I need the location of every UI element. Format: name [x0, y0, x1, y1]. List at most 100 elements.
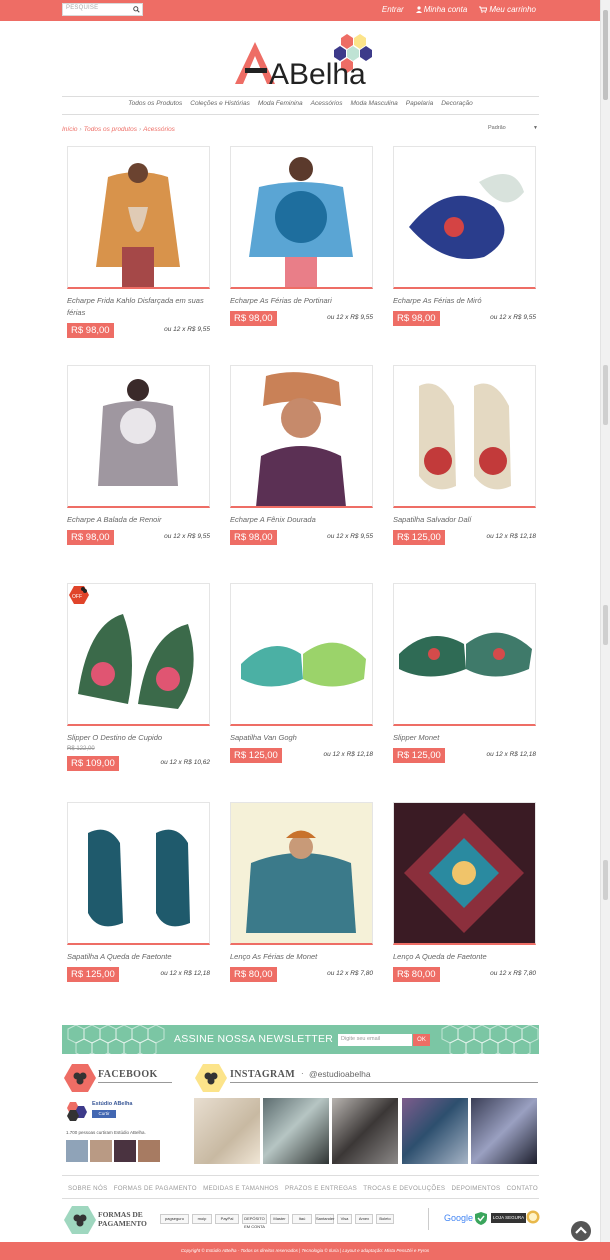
product-image[interactable] — [393, 802, 536, 945]
product-image[interactable] — [393, 583, 536, 726]
product-price: R$ 125,00 — [393, 530, 445, 545]
product-name[interactable]: Echarpe Frida Kahlo Disfarçada em suas f… — [67, 295, 210, 319]
product-name[interactable]: Sapatilha Salvador Dalí — [393, 514, 536, 526]
product-name[interactable]: Echarpe A Fênix Dourada — [230, 514, 373, 526]
login-link-label[interactable]: Entrar — [382, 5, 404, 14]
product-card[interactable]: Echarpe A Balada de Renoir R$ 98,00 ou 12 … — [67, 365, 210, 565]
product-name[interactable]: Sapatilha Van Gogh — [230, 732, 373, 744]
product-card[interactable]: Echarpe As Férias de Miró R$ 98,00 ou 12 x… — [393, 146, 536, 346]
search-input[interactable]: PESQUISE — [66, 5, 98, 11]
facebook-widget: Estúdio ABelha Curtir 1.700 pessoas curt… — [66, 1096, 168, 1162]
product-card[interactable]: Sapatilha Salvador Dalí R$ 125,00 ou 12 x … — [393, 365, 536, 565]
nav-item-mens[interactable]: Moda Masculina — [350, 100, 397, 107]
footer-link-about[interactable]: SOBRE NÓS — [68, 1185, 108, 1192]
product-image[interactable] — [67, 802, 210, 945]
facebook-fan-avatar[interactable] — [114, 1140, 136, 1162]
product-image[interactable] — [67, 365, 210, 508]
product-image[interactable] — [393, 365, 536, 508]
footer-link-payment[interactable]: FORMAS DE PAGAMENTO — [114, 1185, 197, 1192]
breadcrumb-home[interactable]: Início — [62, 126, 78, 133]
product-card[interactable]: Echarpe Frida Kahlo Disfarçada em suas f… — [67, 146, 210, 346]
product-image[interactable] — [230, 365, 373, 508]
payment-method-badge: Santander — [315, 1214, 334, 1224]
product-image[interactable] — [230, 146, 373, 289]
payment-divider — [428, 1208, 429, 1230]
facebook-page-name[interactable]: Estúdio ABelha — [92, 1101, 132, 1107]
scroll-to-top-button[interactable] — [571, 1221, 591, 1241]
facebook-fan-avatar[interactable] — [90, 1140, 112, 1162]
facebook-like-button[interactable]: Curtir — [92, 1110, 116, 1118]
nav-item-womens[interactable]: Moda Feminina — [258, 100, 303, 107]
footer-link-testimonials[interactable]: DEPOIMENTOS — [452, 1185, 501, 1192]
newsletter-submit-button[interactable]: OK — [413, 1034, 430, 1046]
product-installment: ou 12 x R$ 9,55 — [164, 326, 210, 333]
product-price: R$ 98,00 — [67, 530, 114, 545]
scrollbar-thumb-segment[interactable] — [603, 365, 608, 425]
product-old-price: R$ 122,00 — [67, 746, 95, 752]
facebook-page-avatar[interactable] — [66, 1099, 88, 1121]
search-icon[interactable] — [133, 6, 140, 13]
product-price: R$ 98,00 — [67, 323, 114, 338]
footer-link-contact[interactable]: CONTATO — [507, 1185, 538, 1192]
instagram-handle[interactable]: @estudioabelha — [309, 1069, 371, 1079]
shield-check-icon — [475, 1212, 487, 1225]
instagram-photo[interactable] — [263, 1098, 329, 1164]
product-name[interactable]: Echarpe As Férias de Miró — [393, 295, 536, 307]
instagram-photo[interactable] — [402, 1098, 468, 1164]
footer-divider — [62, 1175, 539, 1176]
product-card[interactable]: Sapatilha A Queda de Faetonte R$ 125,00 ou… — [67, 802, 210, 1002]
abelha-logo-icon: ABelha — [235, 34, 372, 91]
cart-link[interactable]: Meu carrinho — [479, 5, 536, 14]
search-box[interactable]: PESQUISE — [62, 3, 143, 16]
product-name[interactable]: Echarpe A Balada de Renoir — [67, 514, 210, 526]
scrollbar-thumb-segment[interactable] — [603, 860, 608, 900]
product-card[interactable]: Lenço A Queda de Faetonte R$ 80,00 ou 12 x… — [393, 802, 536, 1002]
product-image[interactable] — [67, 146, 210, 289]
product-card[interactable]: Echarpe As Férias de Portinari R$ 98,00 ou… — [230, 146, 373, 346]
product-card[interactable]: Sapatilha Van Gogh R$ 125,00 ou 12 x R$ 12… — [230, 583, 373, 783]
nav-item-all-products[interactable]: Todos os Produtos — [128, 100, 182, 107]
nav-item-decor[interactable]: Decoração — [441, 100, 472, 107]
breadcrumb-separator: › — [79, 126, 82, 133]
payment-method-badge: Visa — [337, 1214, 352, 1224]
product-card[interactable]: Echarpe A Fênix Dourada R$ 98,00 ou 12 x R… — [230, 365, 373, 565]
nav-item-stationery[interactable]: Papelaria — [406, 100, 433, 107]
product-name[interactable]: Lenço A Queda de Faetonte — [393, 951, 536, 963]
my-account-label[interactable]: Minha conta — [424, 5, 468, 14]
page-scrollbar[interactable] — [600, 0, 610, 1260]
breadcrumb-all-products[interactable]: Todos os produtos — [84, 126, 137, 133]
facebook-fan-avatar[interactable] — [66, 1140, 88, 1162]
product-name[interactable]: Sapatilha A Queda de Faetonte — [67, 951, 210, 963]
my-account-link[interactable]: Minha conta — [415, 5, 468, 14]
nav-item-accessories[interactable]: Acessórios — [311, 100, 343, 107]
newsletter-email-input[interactable]: Digite seu email — [338, 1034, 412, 1046]
sort-select[interactable]: Padrão ▼ — [488, 125, 540, 135]
instagram-photo[interactable] — [194, 1098, 260, 1164]
product-name[interactable]: Echarpe As Férias de Portinari — [230, 295, 373, 307]
instagram-title: INSTAGRAM — [230, 1069, 296, 1080]
nav-item-collections[interactable]: Coleções e Histórias — [190, 100, 250, 107]
product-card[interactable]: Slipper Monet R$ 125,00 ou 12 x R$ 12,18 — [393, 583, 536, 783]
product-image[interactable] — [230, 583, 373, 726]
product-name[interactable]: Slipper Monet — [393, 732, 536, 744]
login-link[interactable]: Entrar — [382, 5, 404, 14]
product-image[interactable] — [230, 802, 373, 945]
footer-link-sizes[interactable]: MEDIDAS E TAMANHOS — [203, 1185, 279, 1192]
product-image[interactable] — [393, 146, 536, 289]
site-logo[interactable]: ABelha — [233, 32, 373, 91]
scrollbar-thumb[interactable] — [603, 10, 608, 100]
product-name[interactable]: Lenço As Férias de Monet — [230, 951, 373, 963]
product-installment: ou 12 x R$ 9,55 — [164, 533, 210, 540]
product-card[interactable]: OFF Slipper O Destino de Cupido R$ 122,00 R… — [67, 583, 210, 783]
chevron-down-icon[interactable]: ▼ — [533, 125, 538, 131]
footer-link-delivery[interactable]: PRAZOS E ENTREGAS — [285, 1185, 357, 1192]
cart-label[interactable]: Meu carrinho — [489, 5, 536, 14]
instagram-photo[interactable] — [471, 1098, 537, 1164]
facebook-fan-avatar[interactable] — [138, 1140, 160, 1162]
footer-link-returns[interactable]: TROCAS E DEVOLUÇÕES — [363, 1185, 445, 1192]
product-name[interactable]: Slipper O Destino de Cupido — [67, 732, 210, 744]
sort-selected-value[interactable]: Padrão — [488, 125, 506, 131]
instagram-photo[interactable] — [332, 1098, 398, 1164]
scrollbar-thumb-segment[interactable] — [603, 605, 608, 645]
product-card[interactable]: Lenço As Férias de Monet R$ 80,00 ou 12 x … — [230, 802, 373, 1002]
